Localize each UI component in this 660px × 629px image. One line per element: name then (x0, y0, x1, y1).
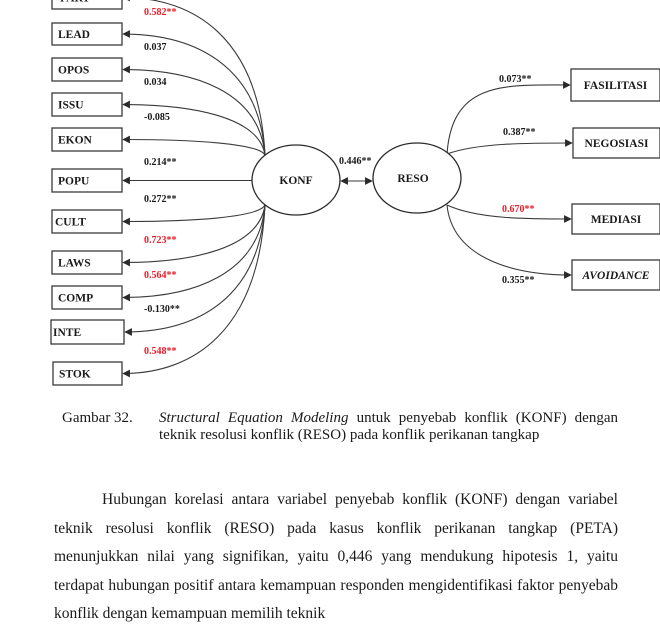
coef-mediasi: 0.670** (502, 204, 535, 215)
figure-number: Gambar 32. (62, 410, 133, 426)
path-konf-comp (122, 204, 266, 302)
coef-avoidance: 0.355** (502, 275, 535, 286)
indicator-label-cult: CULT (55, 217, 86, 229)
coef-inte: -0.130** (144, 304, 180, 315)
indicator-label-ekon: EKON (58, 135, 93, 147)
indicator-label-laws: LAWS (58, 258, 91, 270)
coef-fasilitasi: 0.073** (499, 74, 532, 85)
indicator-label-negosiasi: NEGOSIASI (585, 138, 649, 150)
indicator-label-opos: OPOS (58, 65, 89, 77)
indicator-label-stok: STOK (59, 369, 91, 381)
indicator-label-comp: COMP (58, 293, 93, 305)
indicator-label-inte: INTE (53, 327, 81, 339)
caption-text: Structural Equation Modeling untuk penye… (159, 410, 618, 444)
coef-issu: 0.034 (144, 77, 167, 88)
coef-lead: 0.582** (144, 7, 177, 18)
reso-label: RESO (397, 173, 428, 185)
path-reso-avoidance (446, 204, 572, 279)
indicator-label-lead: LEAD (58, 29, 90, 41)
figure-caption: Gambar 32. Structural Equation Modeling … (62, 410, 618, 444)
coef-ekon: -0.085 (144, 112, 170, 123)
coef-popu: 0.214** (144, 157, 177, 168)
correlation-coef: 0.446** (339, 156, 372, 167)
coef-stok: 0.548** (144, 346, 177, 357)
path-konf-ekon (122, 135, 266, 156)
coef-comp: 0.564** (144, 270, 177, 281)
konf-label: KONF (279, 175, 312, 187)
body-paragraph: Hubungan korelasi antara variabel penyeb… (54, 486, 618, 629)
path-konf-cult (122, 204, 266, 226)
sem-diagram: PART LEAD 0.582** OPOS 0.037 ISSU 0.034 EKON -0.… (50, 0, 660, 386)
indicator-label-issu: ISSU (58, 100, 84, 112)
indicator-label-part: PART (60, 0, 90, 5)
indicator-label-avoidance: AVOIDANCE (582, 270, 650, 282)
path-konf-laws (122, 204, 266, 267)
coef-negosiasi: 0.387** (503, 127, 536, 138)
coef-opos: 0.037 (144, 42, 167, 53)
indicator-label-mediasi: MEDIASI (591, 214, 642, 226)
coef-cult: 0.272** (144, 194, 177, 205)
caption-italic: Structural Equation Modeling (159, 410, 349, 426)
path-reso-negosiasi (446, 139, 573, 155)
coef-laws: 0.723** (144, 235, 177, 246)
indicator-label-popu: POPU (58, 176, 90, 188)
paragraph-text: Hubungan korelasi antara variabel penyeb… (54, 491, 618, 623)
indicator-label-fasilitasi: FASILITASI (584, 80, 648, 92)
